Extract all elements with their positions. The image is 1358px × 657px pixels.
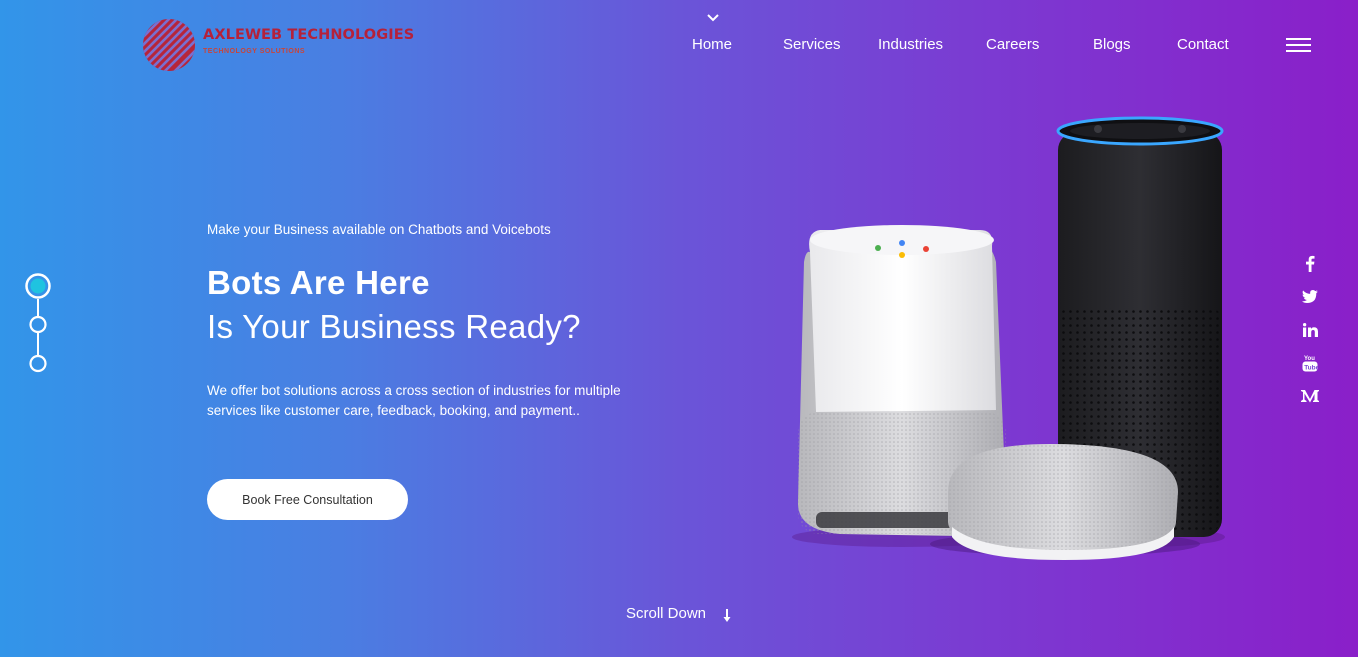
hero-description: We offer bot solutions across a cross se… <box>207 383 621 418</box>
brand-tagline: TECHNOLOGY SOLUTIONS <box>203 48 306 55</box>
smart-speakers-image <box>792 116 1225 560</box>
twitter-icon[interactable] <box>1298 286 1322 306</box>
scroll-down-link[interactable]: Scroll Down <box>626 605 706 622</box>
nav-item-industries[interactable]: Industries <box>878 36 943 53</box>
slide-indicator <box>25 273 51 373</box>
arrow-down-icon <box>723 609 731 622</box>
svg-text:You: You <box>1304 356 1315 362</box>
book-consultation-button[interactable]: Book Free Consultation <box>207 479 408 520</box>
logo-mark-icon <box>143 19 195 71</box>
nav-item-home[interactable]: Home <box>692 36 732 53</box>
slide-dot-1[interactable] <box>25 273 51 299</box>
brand-name: AXLEWEB TECHNOLOGIES <box>203 27 415 43</box>
nav-item-services[interactable]: Services <box>783 36 841 53</box>
medium-icon[interactable] <box>1298 386 1322 406</box>
nav-item-contact[interactable]: Contact <box>1177 36 1229 53</box>
hamburger-icon[interactable] <box>1286 38 1312 52</box>
youtube-icon[interactable]: You Tube <box>1298 353 1322 373</box>
brand-logo[interactable]: AXLEWEB TECHNOLOGIES TECHNOLOGY SOLUTION… <box>142 18 422 74</box>
slide-dot-3[interactable] <box>29 354 47 373</box>
hero-title-line1: Bots Are Here <box>207 264 430 301</box>
linkedin-icon[interactable] <box>1298 320 1322 340</box>
nav-item-blogs[interactable]: Blogs <box>1093 36 1131 53</box>
slide-dot-2[interactable] <box>29 315 47 334</box>
svg-text:Tube: Tube <box>1304 365 1318 372</box>
facebook-icon[interactable] <box>1298 253 1322 273</box>
hero-title-line2: Is Your Business Ready? <box>207 308 581 345</box>
hero-eyebrow: Make your Business available on Chatbots… <box>207 222 551 237</box>
nav-item-careers[interactable]: Careers <box>986 36 1039 53</box>
chevron-down-icon <box>707 14 719 22</box>
